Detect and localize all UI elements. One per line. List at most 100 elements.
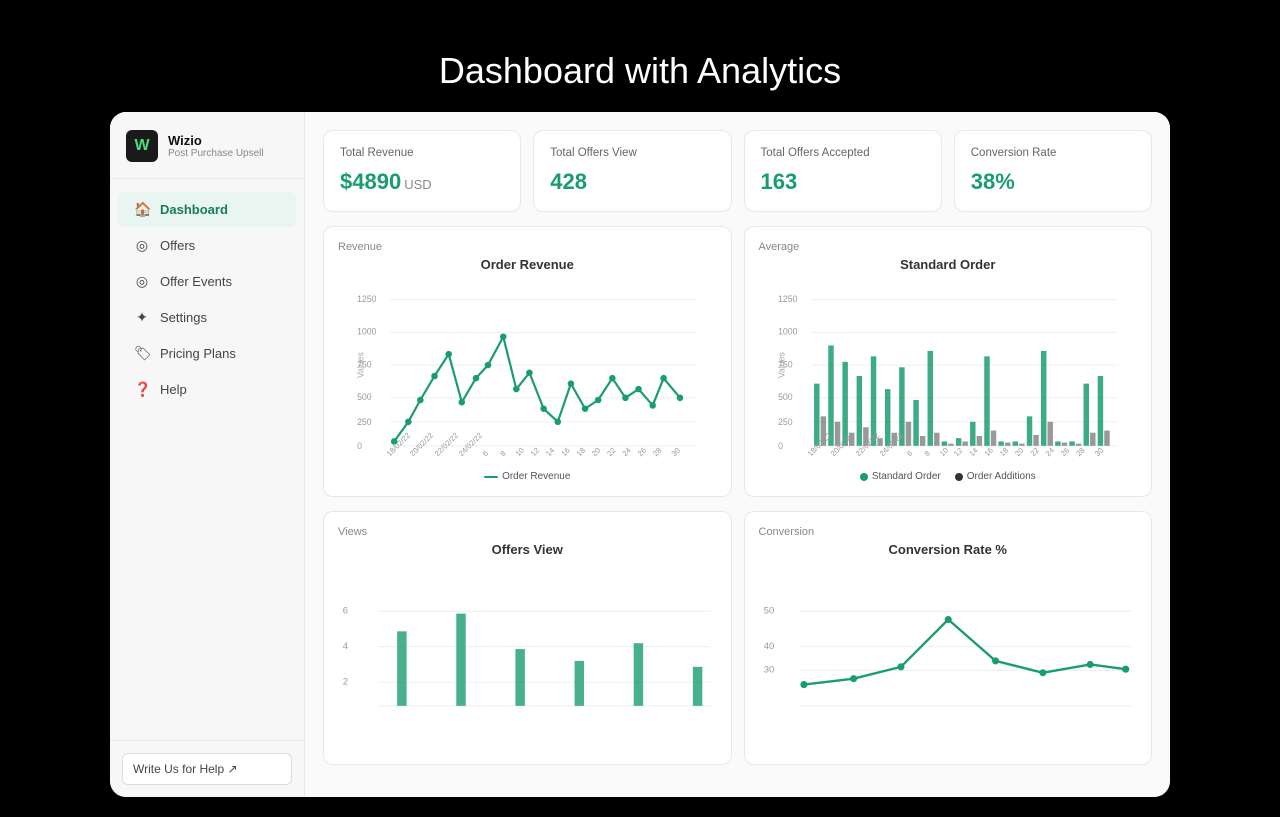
svg-text:18: 18 — [575, 446, 587, 458]
average-chart-card: Average Standard Order 1250 1000 750 500… — [744, 226, 1153, 497]
average-svg: 1250 1000 750 500 250 0 Values — [759, 280, 1138, 460]
sidebar-label-settings: Settings — [160, 310, 207, 325]
sidebar-item-settings[interactable]: ✦ Settings — [118, 300, 296, 335]
views-chart-area: 6 4 2 — [338, 565, 717, 750]
stat-card-revenue: Total Revenue $4890USD — [323, 130, 521, 212]
views-svg: 6 4 2 — [338, 565, 717, 745]
svg-text:22/02/22: 22/02/22 — [433, 431, 460, 458]
svg-text:50: 50 — [763, 606, 774, 617]
main-content: Total Revenue $4890USD Total Offers View… — [305, 112, 1170, 797]
stat-label-offers-accepted: Total Offers Accepted — [761, 147, 925, 159]
views-chart-card: Views Offers View 6 4 2 — [323, 511, 732, 765]
svg-text:22: 22 — [1028, 446, 1040, 458]
svg-text:18: 18 — [997, 446, 1009, 458]
sidebar-label-pricing: Pricing Plans — [160, 346, 236, 361]
average-section-label: Average — [759, 241, 1138, 253]
svg-text:30: 30 — [1092, 446, 1104, 458]
svg-text:Values: Values — [356, 352, 366, 379]
svg-text:16: 16 — [559, 446, 571, 458]
conversion-svg: 50 40 30 — [759, 565, 1138, 745]
svg-text:250: 250 — [778, 417, 793, 427]
svg-text:26: 26 — [636, 446, 648, 458]
revenue-chart-area: 1250 1000 750 500 250 0 Values — [338, 280, 717, 465]
svg-text:6: 6 — [905, 449, 914, 458]
svg-text:24: 24 — [1043, 445, 1056, 458]
app-container: W Wizio Post Purchase Upsell 🏠 Dashboard… — [110, 112, 1170, 797]
conversion-section-label: Conversion — [759, 526, 1138, 538]
legend-order-revenue: Order Revenue — [484, 471, 570, 482]
svg-text:14: 14 — [967, 445, 980, 458]
dashboard-icon: 🏠 — [134, 201, 150, 218]
sidebar-item-dashboard[interactable]: 🏠 Dashboard — [118, 192, 296, 227]
svg-text:20: 20 — [590, 446, 602, 458]
stat-cards: Total Revenue $4890USD Total Offers View… — [323, 130, 1152, 212]
conversion-chart-card: Conversion Conversion Rate % 50 40 30 — [744, 511, 1153, 765]
average-chart-area: 1250 1000 750 500 250 0 Values — [759, 280, 1138, 465]
svg-text:6: 6 — [481, 449, 490, 458]
offers-icon: ◎ — [134, 237, 150, 254]
legend-line-revenue — [484, 476, 498, 478]
conversion-chart-title: Conversion Rate % — [759, 542, 1138, 557]
svg-text:12: 12 — [529, 446, 541, 458]
svg-text:1000: 1000 — [357, 327, 377, 337]
stat-value-offers-accepted: 163 — [761, 169, 925, 195]
legend-standard-order: Standard Order — [860, 471, 941, 482]
svg-text:30: 30 — [670, 446, 682, 458]
svg-text:12: 12 — [952, 446, 964, 458]
svg-text:0: 0 — [778, 441, 783, 451]
stat-card-offers-view: Total Offers View 428 — [533, 130, 731, 212]
sidebar-item-offer-events[interactable]: ◎ Offer Events — [118, 264, 296, 299]
svg-text:28: 28 — [651, 446, 663, 458]
svg-text:Values: Values — [776, 352, 786, 379]
svg-text:26: 26 — [1058, 446, 1070, 458]
svg-text:20: 20 — [1013, 446, 1025, 458]
svg-text:24: 24 — [620, 445, 633, 458]
stat-card-offers-accepted: Total Offers Accepted 163 — [744, 130, 942, 212]
logo-icon: W — [126, 130, 158, 162]
svg-text:28: 28 — [1074, 446, 1086, 458]
charts-row-1: Revenue Order Revenue 1250 1000 750 500 … — [323, 226, 1152, 497]
average-chart-title: Standard Order — [759, 257, 1138, 272]
svg-text:4: 4 — [343, 641, 348, 652]
write-us-label: Write Us for Help ↗ — [133, 762, 238, 776]
svg-text:6: 6 — [343, 606, 348, 617]
views-section-label: Views — [338, 526, 717, 538]
sidebar-label-offer-events: Offer Events — [160, 274, 232, 289]
stat-value-conversion: 38% — [971, 169, 1135, 195]
svg-text:14: 14 — [544, 445, 557, 458]
svg-text:2: 2 — [343, 677, 348, 688]
sidebar-footer: Write Us for Help ↗ — [110, 740, 304, 797]
help-icon: ❓ — [134, 381, 150, 398]
svg-text:250: 250 — [357, 417, 372, 427]
charts-row-2: Views Offers View 6 4 2 — [323, 511, 1152, 765]
sidebar-item-pricing-plans[interactable]: 🏷 Pricing Plans — [118, 336, 296, 371]
stat-label-conversion: Conversion Rate — [971, 147, 1135, 159]
svg-text:20/02/22: 20/02/22 — [408, 431, 435, 458]
offer-events-icon: ◎ — [134, 273, 150, 290]
svg-text:8: 8 — [498, 449, 507, 458]
sidebar: W Wizio Post Purchase Upsell 🏠 Dashboard… — [110, 112, 305, 797]
revenue-chart-title: Order Revenue — [338, 257, 717, 272]
svg-text:30: 30 — [763, 665, 774, 676]
sidebar-item-offers[interactable]: ◎ Offers — [118, 228, 296, 263]
sidebar-nav: 🏠 Dashboard ◎ Offers ◎ Offer Events ✦ Se… — [110, 179, 304, 740]
revenue-svg: 1250 1000 750 500 250 0 Values — [338, 280, 717, 460]
revenue-section-label: Revenue — [338, 241, 717, 253]
conversion-chart-area: 50 40 30 — [759, 565, 1138, 750]
svg-text:8: 8 — [922, 449, 931, 458]
stat-card-conversion: Conversion Rate 38% — [954, 130, 1152, 212]
write-us-button[interactable]: Write Us for Help ↗ — [122, 753, 292, 785]
svg-text:22: 22 — [605, 446, 617, 458]
page-title: Dashboard with Analytics — [20, 20, 1260, 112]
legend-dot-standard — [860, 473, 868, 481]
legend-order-additions: Order Additions — [955, 471, 1036, 482]
settings-icon: ✦ — [134, 309, 150, 326]
svg-text:10: 10 — [937, 446, 949, 458]
sidebar-label-dashboard: Dashboard — [160, 202, 228, 217]
svg-text:0: 0 — [357, 441, 362, 451]
average-legend: Standard Order Order Additions — [759, 471, 1138, 482]
logo-area: W Wizio Post Purchase Upsell — [110, 112, 304, 179]
revenue-legend: Order Revenue — [338, 471, 717, 482]
sidebar-item-help[interactable]: ❓ Help — [118, 372, 296, 407]
stat-value-offers-view: 428 — [550, 169, 714, 195]
